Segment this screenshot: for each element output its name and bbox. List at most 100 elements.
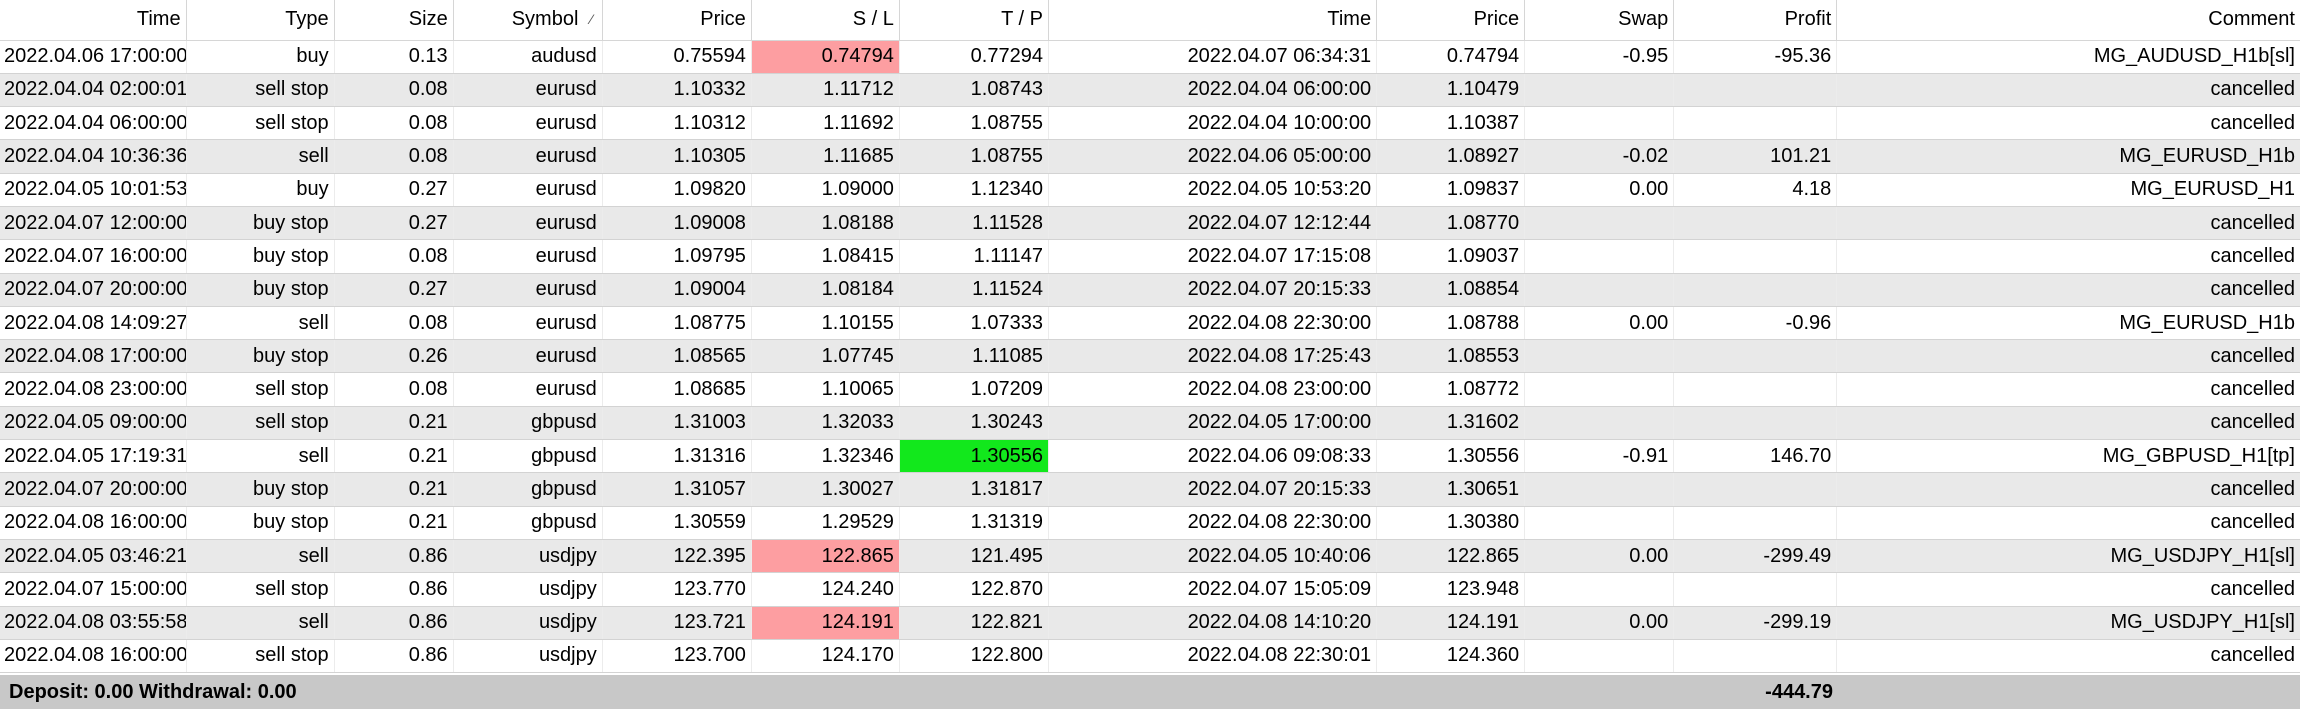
swap-cell: -0.02 (1524, 139, 1675, 174)
header-size[interactable]: Size (334, 0, 454, 41)
type-cell: buy stop (186, 339, 335, 374)
comment-cell: MG_EURUSD_H1b (1836, 139, 2300, 174)
header-open-price[interactable]: Price (602, 0, 752, 41)
table-row[interactable]: 2022.04.07 15:00:00 sell stop 0.86 usdjpy 12… (0, 572, 2300, 607)
header-label: Price (700, 8, 746, 31)
open-time-cell: 2022.04.05 17:19:31 (0, 439, 187, 474)
header-type[interactable]: Type (186, 0, 335, 41)
header-take-profit[interactable]: T / P (899, 0, 1049, 41)
take-profit-cell: 1.11085 (899, 339, 1049, 374)
total-profit: -444.79 (1765, 681, 1833, 703)
type-cell: buy stop (186, 239, 335, 274)
type-cell: sell stop (186, 639, 335, 674)
stop-loss-cell: 1.09000 (751, 173, 900, 207)
stop-loss-cell: 1.32346 (751, 439, 900, 474)
table-row[interactable]: 2022.04.08 14:09:27 sell 0.08 eurusd 1.08775… (0, 306, 2300, 341)
open-time-cell: 2022.04.07 20:00:00 (0, 472, 187, 507)
symbol-cell: usdjpy (453, 606, 603, 640)
open-time-cell: 2022.04.08 16:00:00 (0, 506, 187, 540)
table-row[interactable]: 2022.04.04 06:00:00 sell stop 0.08 eurusd 1.… (0, 106, 2300, 141)
header-stop-loss[interactable]: S / L (751, 0, 900, 41)
close-time-cell: 2022.04.07 12:12:44 (1048, 206, 1378, 241)
symbol-cell: gbpusd (453, 472, 603, 507)
symbol-cell: eurusd (453, 106, 603, 141)
open-time-cell: 2022.04.04 10:36:36 (0, 139, 187, 174)
comment-cell: cancelled (1836, 572, 2300, 607)
header-label: Symbol (511, 8, 579, 31)
table-row[interactable]: 2022.04.06 17:00:00 buy 0.13 audusd 0.75594 0… (0, 40, 2300, 74)
symbol-cell: eurusd (453, 73, 603, 108)
stop-loss-cell: 122.865 (751, 539, 900, 574)
size-cell: 0.86 (334, 572, 454, 607)
open-price-cell: 1.30559 (602, 506, 752, 540)
stop-loss-cell: 1.08184 (751, 273, 900, 307)
size-cell: 0.21 (334, 506, 454, 540)
swap-cell: 0.00 (1524, 306, 1675, 341)
profit-cell (1673, 106, 1838, 141)
take-profit-cell: 122.800 (899, 639, 1049, 674)
table-row[interactable]: 2022.04.08 16:00:00 buy stop 0.21 gbpusd 1.3… (0, 506, 2300, 540)
take-profit-cell: 1.11528 (899, 206, 1049, 241)
swap-cell (1524, 572, 1675, 607)
header-label: S / L (852, 8, 894, 31)
profit-cell: 146.70 (1673, 439, 1838, 474)
table-row[interactable]: 2022.04.07 20:00:00 buy stop 0.21 gbpusd 1.3… (0, 472, 2300, 507)
header-symbol[interactable]: Symbol ⁄ (453, 0, 603, 41)
open-price-cell: 123.770 (602, 572, 752, 607)
close-price-cell: 1.08772 (1376, 372, 1526, 407)
comment-cell: MG_AUDUSD_H1b[sl] (1836, 40, 2300, 74)
close-price-cell: 124.191 (1376, 606, 1526, 640)
history-table: Time Type Size Symbol ⁄ Price S / L T / P… (0, 0, 2300, 674)
table-row[interactable]: 2022.04.07 20:00:00 buy stop 0.27 eurusd 1.0… (0, 273, 2300, 307)
header-close-price[interactable]: Price (1376, 0, 1526, 41)
header-label: T / P (1001, 8, 1043, 31)
header-open-time[interactable]: Time (0, 0, 187, 41)
stop-loss-cell: 1.11685 (751, 139, 900, 174)
stop-loss-cell: 124.191 (751, 606, 900, 640)
table-row[interactable]: 2022.04.04 10:36:36 sell 0.08 eurusd 1.10305… (0, 139, 2300, 174)
close-time-cell: 2022.04.05 10:40:06 (1048, 539, 1378, 574)
table-row[interactable]: 2022.04.04 02:00:01 sell stop 0.08 eurusd 1.… (0, 73, 2300, 108)
table-row[interactable]: 2022.04.05 09:00:00 sell stop 0.21 gbpusd 1.… (0, 406, 2300, 441)
header-comment[interactable]: Comment (1836, 0, 2300, 41)
take-profit-cell: 1.08743 (899, 73, 1049, 108)
table-row[interactable]: 2022.04.05 03:46:21 sell 0.86 usdjpy 122.395… (0, 539, 2300, 574)
table-row[interactable]: 2022.04.08 17:00:00 buy stop 0.26 eurusd 1.0… (0, 339, 2300, 374)
open-time-cell: 2022.04.05 09:00:00 (0, 406, 187, 441)
deposit-withdrawal-summary: Deposit: 0.00 Withdrawal: 0.00 (9, 681, 297, 703)
type-cell: buy (186, 173, 335, 207)
swap-cell (1524, 506, 1675, 540)
header-profit[interactable]: Profit (1673, 0, 1838, 41)
table-row[interactable]: 2022.04.07 12:00:00 buy stop 0.27 eurusd 1.0… (0, 206, 2300, 241)
symbol-cell: eurusd (453, 306, 603, 341)
symbol-cell: eurusd (453, 372, 603, 407)
table-row[interactable]: 2022.04.08 23:00:00 sell stop 0.08 eurusd 1.… (0, 372, 2300, 407)
close-price-cell: 1.30651 (1376, 472, 1526, 507)
table-row[interactable]: 2022.04.05 17:19:31 sell 0.21 gbpusd 1.31316… (0, 439, 2300, 474)
symbol-cell: eurusd (453, 239, 603, 274)
close-time-cell: 2022.04.04 10:00:00 (1048, 106, 1378, 141)
table-row[interactable]: 2022.04.08 16:00:00 sell stop 0.86 usdjpy 12… (0, 639, 2300, 674)
stop-loss-cell: 1.10065 (751, 372, 900, 407)
close-time-cell: 2022.04.07 15:05:09 (1048, 572, 1378, 607)
take-profit-cell: 1.08755 (899, 139, 1049, 174)
profit-cell (1673, 572, 1838, 607)
type-cell: sell stop (186, 73, 335, 108)
stop-loss-cell: 1.10155 (751, 306, 900, 341)
stop-loss-cell: 1.07745 (751, 339, 900, 374)
table-body: 2022.04.06 17:00:00 buy 0.13 audusd 0.75594 0… (0, 40, 2300, 674)
comment-cell: cancelled (1836, 239, 2300, 274)
table-row[interactable]: 2022.04.08 03:55:58 sell 0.86 usdjpy 123.721… (0, 606, 2300, 640)
close-time-cell: 2022.04.06 05:00:00 (1048, 139, 1378, 174)
summary-bar: Deposit: 0.00 Withdrawal: 0.00 -444.79 (0, 675, 2300, 709)
table-row[interactable]: 2022.04.05 10:01:53 buy 0.27 eurusd 1.09820 1… (0, 173, 2300, 207)
profit-cell: 4.18 (1673, 173, 1838, 207)
table-row[interactable]: 2022.04.07 16:00:00 buy stop 0.08 eurusd 1.0… (0, 239, 2300, 274)
take-profit-cell: 1.07333 (899, 306, 1049, 341)
comment-cell: MG_USDJPY_H1[sl] (1836, 539, 2300, 574)
header-close-time[interactable]: Time (1048, 0, 1378, 41)
swap-cell (1524, 273, 1675, 307)
profit-cell (1673, 406, 1838, 441)
open-price-cell: 1.08775 (602, 306, 752, 341)
header-swap[interactable]: Swap (1524, 0, 1675, 41)
